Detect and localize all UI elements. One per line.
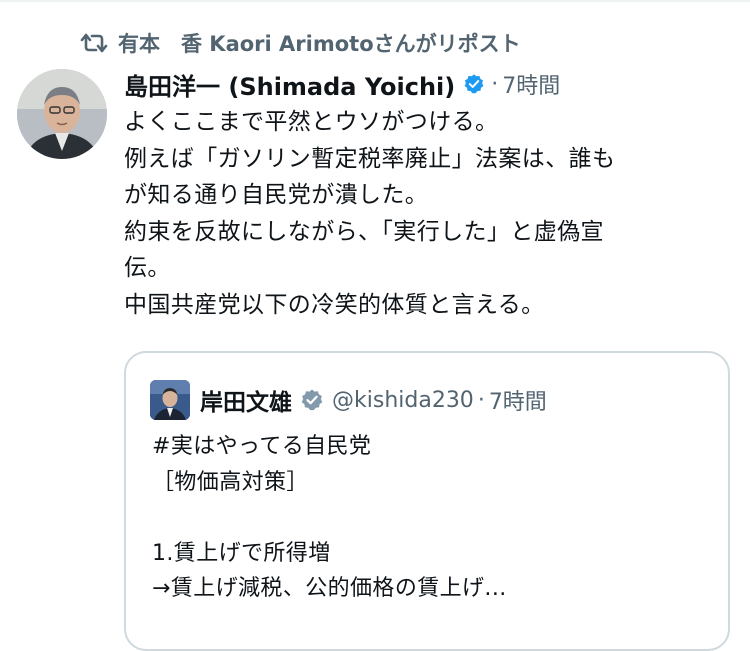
quoted-text-line: 1.賃上げで所得増 <box>152 540 331 566</box>
quoted-text-line: →賃上げ減税、公的価格の賃上げ... <box>152 576 507 601</box>
tweet-text: よくここまで平然とウソがつける。 例えば「ガソリン暫定税率廃止」法案は、誰も が… <box>124 104 734 323</box>
verified-badge-icon[interactable] <box>463 73 485 95</box>
tweet-text-line: 例えば「ガソリン暫定税率廃止」法案は、誰も <box>124 145 616 172</box>
quoted-author-handle[interactable]: @kishida230 <box>332 388 474 413</box>
quoted-tweet-header: 岸田文雄 @kishida230 · 7時間 <box>150 379 547 421</box>
quoted-author-name[interactable]: 岸田文雄 <box>200 383 292 417</box>
quoted-header-separator: · <box>477 387 485 413</box>
repost-text: 有本 香 Kaori Arimotoさんがリポスト <box>118 32 521 56</box>
repost-attribution[interactable]: 有本 香 Kaori Arimotoさんがリポスト <box>80 28 521 58</box>
tweet-content: 島田洋一 (Shimada Yoichi) · 7時間 よくここまで平然とウソが… <box>124 64 734 323</box>
quoted-tweet-card[interactable]: 岸田文雄 @kishida230 · 7時間 #実はやってる自民党 ［物価高対策… <box>124 351 730 651</box>
repost-icon <box>80 31 108 55</box>
top-divider <box>0 0 750 2</box>
tweet-header: 島田洋一 (Shimada Yoichi) · 7時間 <box>124 64 734 104</box>
quoted-text-line: ［物価高対策］ <box>152 469 309 495</box>
tweet-text-line: 伝。 <box>124 255 171 281</box>
tweet-timestamp[interactable]: 7時間 <box>502 68 560 100</box>
tweet-text-line: が知る通り自民党が潰した。 <box>124 182 429 208</box>
quoted-text-line: #実はやってる自民党 <box>152 434 372 459</box>
tweet-text-line: 約束を反故にしながら、「実行した」と虚偽宣 <box>124 218 604 245</box>
tweet-text-line: よくここまで平然とウソがつける。 <box>124 109 499 135</box>
gray-verified-badge-icon[interactable] <box>300 388 324 412</box>
quoted-tweet-timestamp[interactable]: 7時間 <box>489 384 547 416</box>
author-avatar[interactable] <box>17 69 107 159</box>
tweet-text-line: 中国共産党以下の冷笑的体質と言える。 <box>124 291 545 318</box>
quoted-tweet-text: #実はやってる自民党 ［物価高対策］ 1.賃上げで所得増 →賃上げ減税、公的価格… <box>152 429 712 607</box>
quoted-text-line <box>152 500 712 536</box>
quoted-author-avatar[interactable] <box>150 380 190 420</box>
header-separator: · <box>491 71 499 97</box>
author-name[interactable]: 島田洋一 (Shimada Yoichi) <box>124 67 455 102</box>
